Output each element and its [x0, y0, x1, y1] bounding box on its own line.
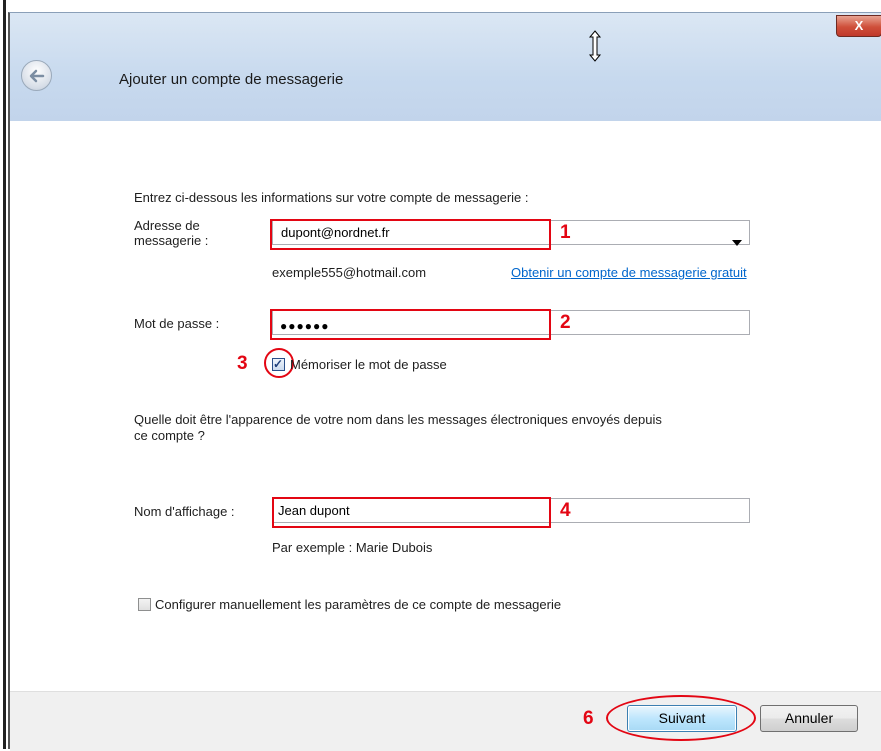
highlight-box-4 — [272, 497, 551, 528]
free-account-link[interactable]: Obtenir un compte de messagerie gratuit — [511, 265, 747, 280]
manual-config-label[interactable]: Configurer manuellement les paramètres d… — [155, 597, 561, 612]
cancel-button[interactable]: Annuler — [760, 705, 858, 732]
highlight-box-1 — [270, 219, 551, 250]
password-label: Mot de passe : — [134, 316, 220, 331]
close-icon: X — [854, 18, 864, 33]
dialog-footer: 6 Suivant Annuler — [10, 691, 881, 751]
highlight-box-2 — [270, 309, 551, 340]
email-label-line1: Adresse de — [134, 218, 200, 233]
dialog-content: Entrez ci-dessous les informations sur v… — [10, 121, 881, 691]
manual-config-checkbox[interactable] — [138, 598, 151, 611]
dialog-title: Ajouter un compte de messagerie — [119, 71, 344, 88]
display-question-line1: Quelle doit être l'apparence de votre no… — [134, 412, 662, 427]
display-example: Par exemple : Marie Dubois — [272, 540, 433, 555]
email-example: exemple555@hotmail.com — [272, 265, 427, 280]
chevron-down-icon[interactable] — [732, 240, 742, 246]
remember-password-label[interactable]: Mémoriser le mot de passe — [290, 357, 447, 372]
title-bar: X Ajouter un compte de messagerie — [10, 13, 881, 121]
intro-text: Entrez ci-dessous les informations sur v… — [134, 190, 529, 205]
annotation-number-1: 1 — [560, 222, 571, 243]
back-arrow-icon — [29, 69, 45, 83]
email-label-line2: messagerie : — [134, 233, 209, 248]
display-question-line2: ce compte ? — [134, 428, 205, 443]
annotation-number-3: 3 — [237, 353, 248, 374]
resize-vertical-cursor-icon — [588, 30, 602, 62]
annotation-number-6: 6 — [583, 708, 594, 729]
background-window-edge — [0, 0, 6, 749]
annotation-number-4: 4 — [560, 500, 571, 521]
highlight-circle-6 — [606, 695, 756, 741]
back-button[interactable] — [21, 60, 52, 91]
display-name-label: Nom d'affichage : — [134, 504, 235, 519]
add-account-dialog: X Ajouter un compte de messagerie Entrez… — [8, 12, 881, 751]
annotation-number-2: 2 — [560, 312, 571, 333]
close-button[interactable]: X — [836, 15, 881, 37]
